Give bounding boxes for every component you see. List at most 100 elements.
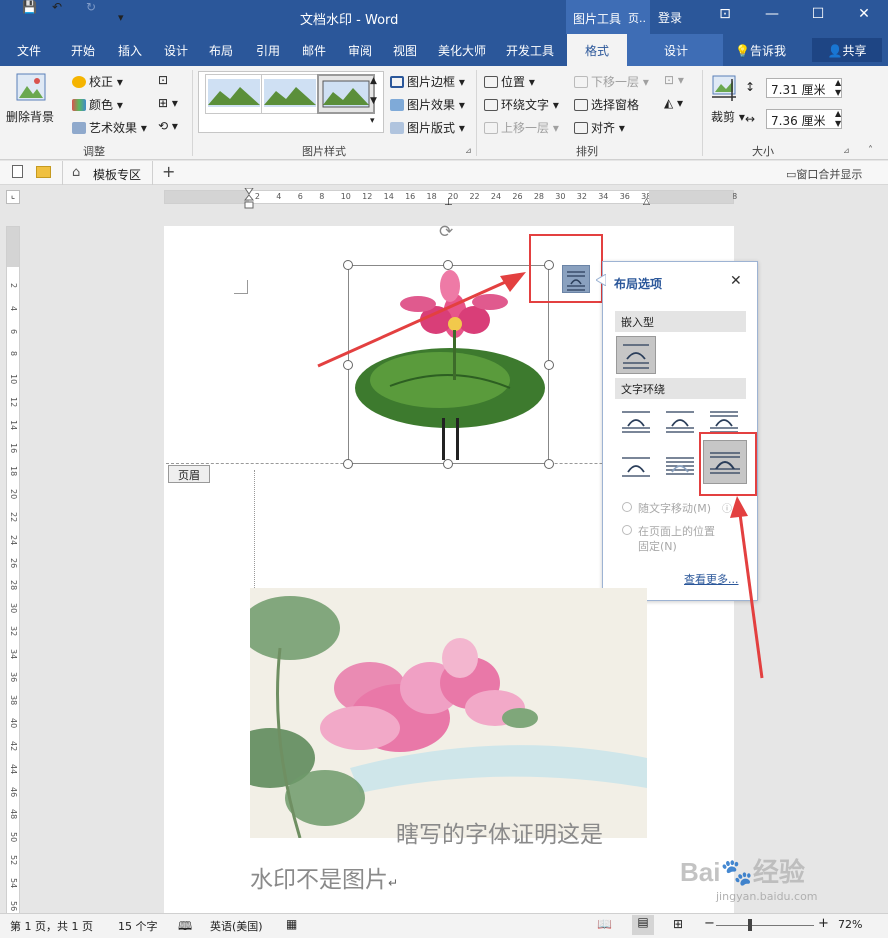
zoom-level[interactable]: 72% [838, 918, 862, 931]
bring-forward-button[interactable]: 上移一层 ▾ [484, 119, 559, 136]
indent-marker[interactable] [243, 187, 255, 212]
crop-button[interactable]: 裁剪 ▾ [711, 108, 745, 125]
picture-effect-button[interactable]: 图片效果 ▾ [390, 96, 465, 113]
width-spinner[interactable]: ▲ ▼ [835, 109, 841, 129]
share-button[interactable]: 👤共享 [812, 38, 882, 62]
login-link[interactable]: 登录 [658, 9, 682, 26]
ruler-tick-label: 38 [9, 694, 18, 706]
page-count[interactable]: 第 1 页，共 1 页 [10, 918, 93, 934]
restore-button[interactable]: ☐ [803, 6, 833, 28]
tight-wrap-option[interactable] [664, 406, 696, 434]
tab-insert[interactable]: 插入 [118, 42, 142, 59]
tab-home[interactable]: 开始 [71, 42, 95, 59]
tab-format[interactable]: 格式 [567, 34, 627, 66]
tab-design[interactable]: 设计 [164, 42, 188, 59]
watermark-painting-image[interactable] [250, 588, 647, 838]
rotate-icon[interactable]: ◭ ▾ [664, 96, 683, 110]
collapse-ribbon-icon[interactable]: ˄ [868, 145, 873, 156]
send-backward-button[interactable]: 下移一层 ▾ [574, 73, 649, 90]
gallery-scroll-down-icon[interactable]: ▼ [370, 96, 377, 106]
resize-handle-right[interactable] [544, 360, 554, 370]
height-spinner[interactable]: ▲ ▼ [835, 78, 841, 98]
wrap-text-button[interactable]: 环绕文字 ▾ [484, 96, 559, 113]
top-bottom-wrap-option[interactable] [620, 452, 652, 480]
gallery-more-icon[interactable]: ▾ [370, 116, 375, 126]
through-wrap-option[interactable] [708, 406, 740, 434]
square-wrap-option[interactable] [620, 406, 652, 434]
template-zone-tab[interactable]: 模板专区 [93, 166, 141, 183]
rotate-handle-icon[interactable]: ⟳ [439, 222, 453, 242]
open-folder-icon[interactable] [36, 166, 51, 178]
selection-pane-button[interactable]: 选择窗格 [574, 96, 639, 113]
tab-page-design[interactable]: 设计 [664, 42, 688, 59]
compress-pictures-icon[interactable]: ⊡ [158, 73, 168, 87]
tab-selector[interactable]: ⌞ [6, 190, 20, 204]
proofing-icon[interactable]: 🕮 [178, 917, 192, 938]
resize-handle-bottom[interactable] [443, 459, 453, 469]
dialog-launcher-icon[interactable]: ⊿ [465, 146, 472, 155]
picture-style-3[interactable] [317, 74, 375, 114]
lightbulb-icon: 💡 [735, 44, 750, 58]
read-mode-icon[interactable]: 📖 [597, 917, 612, 931]
close-button[interactable]: ✕ [849, 6, 879, 28]
remove-background-button[interactable]: 删除背景 [6, 108, 54, 125]
web-layout-icon[interactable]: ⊞ [673, 917, 683, 931]
tab-mailings[interactable]: 邮件 [302, 42, 326, 59]
width-input[interactable]: 7.36 厘米 [766, 109, 842, 129]
print-layout-icon[interactable]: ▤ [632, 915, 654, 935]
tab-references[interactable]: 引用 [256, 42, 280, 59]
color-button[interactable]: 颜色 ▾ [72, 96, 123, 113]
correct-button[interactable]: 校正 ▾ [72, 73, 123, 90]
fix-position-radio[interactable] [622, 525, 632, 535]
tab-view[interactable]: 视图 [393, 42, 417, 59]
height-input[interactable]: 7.31 厘米 [766, 78, 842, 98]
gallery-scroll-up-icon[interactable]: ▲ [370, 76, 377, 86]
reset-picture-icon[interactable]: ⟲ ▾ [158, 119, 178, 133]
behind-text-option[interactable] [664, 452, 696, 480]
tab-beautify[interactable]: 美化大师 [438, 42, 486, 59]
crop-icon[interactable] [710, 73, 740, 103]
remove-background-icon[interactable] [15, 72, 47, 104]
minimize-button[interactable]: — [757, 6, 787, 28]
tab-review[interactable]: 审阅 [348, 42, 372, 59]
position-button[interactable]: 位置 ▾ [484, 73, 535, 90]
align-button[interactable]: 对齐 ▾ [574, 119, 625, 136]
redo-icon[interactable]: ↻ [86, 0, 96, 14]
size-dialog-launcher-icon[interactable]: ⊿ [843, 146, 850, 155]
zoom-in-button[interactable]: + [818, 916, 829, 931]
resize-handle-bottom-right[interactable] [544, 459, 554, 469]
art-effect-button[interactable]: 艺术效果 ▾ [72, 119, 147, 136]
move-with-text-radio[interactable] [622, 502, 632, 512]
picture-border-button[interactable]: 图片边框 ▾ [390, 73, 465, 90]
inline-layout-option[interactable] [616, 336, 656, 374]
right-indent-marker[interactable]: △ [643, 197, 650, 207]
tab-stop-marker[interactable]: ⊥ [444, 197, 453, 208]
ribbon-display-options-icon[interactable]: ⊡ [710, 6, 740, 28]
picture-style-1[interactable] [205, 74, 263, 114]
new-document-icon[interactable] [12, 165, 23, 178]
language-indicator[interactable]: 英语(美国) [210, 918, 263, 934]
save-icon[interactable]: 💾 [22, 0, 37, 14]
tell-me-search[interactable]: 💡告诉我 [735, 42, 786, 59]
tab-layout[interactable]: 布局 [209, 42, 233, 59]
tab-developer[interactable]: 开发工具 [506, 42, 554, 59]
undo-icon[interactable]: ↶ [52, 0, 62, 14]
vertical-ruler[interactable]: 2224681012141618202224262830323436384042… [6, 226, 20, 914]
change-picture-icon[interactable]: ⊞ ▾ [158, 96, 178, 110]
picture-layout-button[interactable]: 图片版式 ▾ [390, 119, 465, 136]
add-tab-button[interactable]: + [162, 162, 175, 181]
ruler-tick-label: 52 [9, 855, 18, 866]
close-panel-button[interactable]: ✕ [730, 273, 742, 289]
ruler-tick-label: 40 [9, 717, 18, 728]
word-count[interactable]: 15 个字 [118, 918, 158, 934]
merge-windows-button[interactable]: ▭窗口合并显示 [786, 166, 862, 182]
customize-quick-access-icon[interactable]: ▾ [118, 11, 124, 24]
zoom-slider-thumb[interactable] [748, 919, 752, 931]
picture-style-2[interactable] [261, 74, 319, 114]
resize-handle-bottom-left[interactable] [343, 459, 353, 469]
group-objects-icon[interactable]: ⊡ ▾ [664, 73, 684, 87]
macro-icon[interactable]: ▦ [286, 917, 297, 931]
tab-file[interactable]: 文件 [17, 42, 41, 59]
zoom-slider-track[interactable] [716, 925, 814, 926]
zoom-out-button[interactable]: − [704, 916, 715, 931]
